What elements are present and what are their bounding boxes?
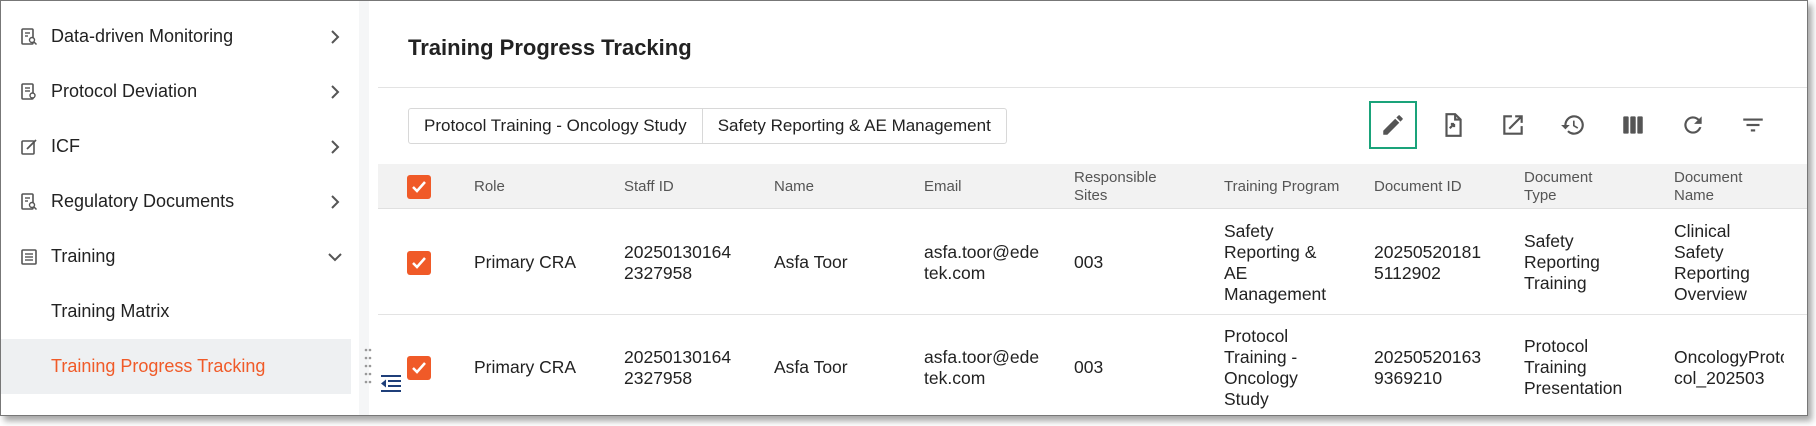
pencil-icon: [1383, 115, 1403, 135]
sidebar-item-protocol-deviation[interactable]: Protocol Deviation: [1, 64, 351, 119]
check-icon: [412, 361, 426, 374]
file-export-icon: [1445, 113, 1462, 137]
cell-email: asfa.toor@ede tek.com: [924, 241, 1040, 283]
sidebar-item-training[interactable]: Training: [1, 229, 351, 284]
cell-staff-id: 20250130164 2327958: [624, 241, 732, 283]
history-icon: [1561, 115, 1584, 135]
sidebar: Data-driven Monitoring Protocol Deviatio…: [1, 1, 351, 415]
title-divider: [378, 87, 1807, 88]
sidebar-subitem-label: Training Progress Tracking: [51, 356, 266, 376]
cell-training-program: Protocol Training - Oncology Study: [1224, 325, 1298, 409]
cell-document-id: 20250520181 5112902: [1374, 241, 1482, 283]
cell-name: Asfa Toor: [774, 252, 848, 272]
sidebar-item-data-driven-monitoring[interactable]: Data-driven Monitoring: [1, 9, 351, 64]
app-window: Data-driven Monitoring Protocol Deviatio…: [0, 0, 1808, 416]
export-button[interactable]: [1429, 101, 1477, 149]
column-header-responsible-sites[interactable]: Responsible Sites: [1074, 164, 1157, 209]
report-search-icon: [21, 192, 38, 210]
columns-icon: [1623, 116, 1643, 134]
cell-document-name: Clinical Safety Reporting Overview: [1674, 220, 1750, 304]
column-header-name[interactable]: Name: [774, 164, 814, 209]
check-icon: [412, 180, 426, 193]
list-icon: [21, 248, 37, 265]
report-search-icon: [21, 27, 38, 45]
cell-sites: 003: [1074, 357, 1104, 377]
cell-name: Asfa Toor: [774, 357, 848, 377]
table-header: Role Staff ID Name Email Responsible Sit…: [378, 164, 1807, 209]
chevron-down-icon: [328, 252, 342, 261]
table-row[interactable]: Primary CRA 20250130164 2327958 Asfa Too…: [378, 315, 1807, 415]
chevron-right-icon: [331, 139, 340, 154]
column-header-role[interactable]: Role: [474, 164, 505, 209]
collapse-sidebar-icon[interactable]: [378, 371, 404, 397]
cell-document-type: Protocol Training Presentation: [1524, 336, 1623, 398]
cell-email: asfa.toor@ede tek.com: [924, 346, 1040, 388]
select-all-checkbox[interactable]: [407, 164, 431, 209]
edit-button[interactable]: [1369, 101, 1417, 149]
cell-role: Primary CRA: [474, 252, 577, 272]
column-header-email[interactable]: Email: [924, 164, 962, 209]
open-external-button[interactable]: [1489, 101, 1537, 149]
column-header-document-type[interactable]: Document Type: [1524, 164, 1592, 209]
sidebar-item-icf[interactable]: ICF: [1, 119, 351, 174]
sidebar-subitem-training-progress-tracking[interactable]: Training Progress Tracking: [1, 339, 351, 394]
cell-document-name: OncologyProto col_202503: [1674, 346, 1784, 388]
chevron-right-icon: [331, 194, 340, 209]
filter-icon: [1743, 118, 1763, 132]
filter-button[interactable]: [1729, 101, 1777, 149]
cell-role: Primary CRA: [474, 357, 577, 377]
sidebar-item-label: Regulatory Documents: [51, 191, 235, 211]
cell-staff-id: 20250130164 2327958: [624, 346, 732, 388]
sidebar-subitem-label: Training Matrix: [51, 301, 170, 321]
columns-button[interactable]: [1609, 101, 1657, 149]
sidebar-item-label: Data-driven Monitoring: [51, 26, 234, 46]
cell-document-id: 20250520163 9369210: [1374, 346, 1482, 388]
table-row[interactable]: Primary CRA 20250130164 2327958 Asfa Too…: [378, 210, 1807, 315]
sidebar-item-label: Protocol Deviation: [51, 81, 198, 101]
sidebar-item-regulatory-documents[interactable]: Regulatory Documents: [1, 174, 351, 229]
edit-document-icon: [21, 138, 37, 155]
sidebar-item-label: ICF: [51, 136, 80, 156]
report-icon: [21, 82, 36, 100]
cell-document-type: Safety Reporting Training: [1524, 231, 1600, 293]
chevron-right-icon: [331, 29, 340, 44]
refresh-button[interactable]: [1669, 101, 1717, 149]
resize-handle-icon[interactable]: [364, 346, 372, 386]
row-checkbox[interactable]: [407, 210, 431, 315]
column-header-staff-id[interactable]: Staff ID: [624, 164, 674, 209]
column-header-document-name[interactable]: Document Name: [1674, 164, 1742, 209]
open-in-new-icon: [1503, 115, 1523, 135]
sidebar-subitem-training-matrix[interactable]: Training Matrix: [1, 284, 351, 339]
column-header-training-program[interactable]: Training Program: [1224, 164, 1339, 209]
cell-sites: 003: [1074, 252, 1104, 272]
page-title: Training Progress Tracking: [408, 35, 692, 60]
history-button[interactable]: [1549, 101, 1597, 149]
sidebar-item-label: Training: [51, 246, 116, 266]
row-checkbox[interactable]: [407, 315, 431, 415]
column-header-document-id[interactable]: Document ID: [1374, 164, 1462, 209]
main-content: Training Progress Tracking Protocol Trai…: [364, 1, 1807, 415]
refresh-icon: [1684, 116, 1702, 134]
toolbar: [378, 101, 1807, 151]
check-icon: [412, 256, 426, 269]
chevron-right-icon: [331, 84, 340, 99]
cell-training-program: Safety Reporting & AE Management: [1224, 220, 1327, 304]
